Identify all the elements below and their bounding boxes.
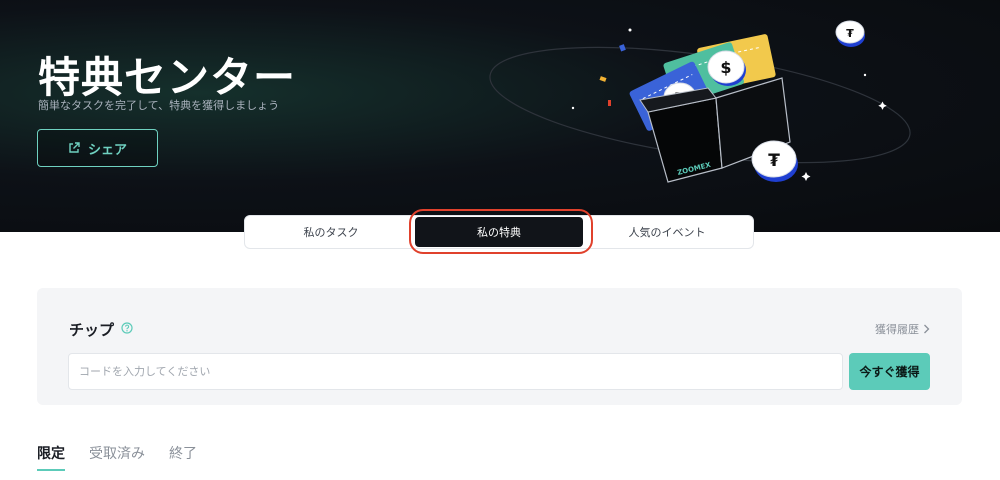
chevron-right-icon — [924, 324, 930, 334]
history-link-label: 獲得履歴 — [875, 323, 919, 336]
claim-now-button[interactable]: 今すぐ獲得 — [849, 353, 930, 390]
rewards-illustration: $ ₮ ZOOMEX ₮ ₮ — [489, 20, 911, 183]
subtab-received[interactable]: 受取済み — [89, 443, 145, 471]
share-button[interactable]: シェア — [37, 129, 158, 167]
share-button-label: シェア — [87, 142, 127, 158]
svg-text:₮: ₮ — [768, 151, 780, 171]
subtab-limited[interactable]: 限定 — [37, 443, 65, 471]
subtab-ended[interactable]: 終了 — [169, 443, 197, 471]
question-circle-icon[interactable] — [121, 322, 133, 334]
chip-card: チップ 獲得履歴 今すぐ獲得 — [37, 288, 962, 405]
code-input[interactable] — [68, 353, 843, 390]
history-link[interactable]: 獲得履歴 — [875, 321, 930, 337]
chip-title: チップ — [69, 321, 115, 339]
hero-banner: 特典センター 簡単なタスクを完了して、特典を獲得しましょう シェア $ ZOOM… — [0, 0, 1000, 232]
page-title: 特典センター — [38, 53, 297, 102]
tab-my-rewards[interactable]: 私の特典 — [415, 217, 583, 247]
main-tabs: 私のタスク 私の特典 人気のイベント — [244, 215, 754, 249]
svg-text:₮: ₮ — [846, 27, 854, 40]
tab-my-tasks[interactable]: 私のタスク — [247, 217, 415, 247]
svg-text:$: $ — [720, 58, 731, 77]
reward-filter-tabs: 限定 受取済み 終了 — [37, 443, 197, 471]
external-link-icon — [69, 142, 80, 153]
tab-popular-events[interactable]: 人気のイベント — [583, 217, 751, 247]
page-subtitle: 簡単なタスクを完了して、特典を獲得しましょう — [38, 99, 280, 112]
